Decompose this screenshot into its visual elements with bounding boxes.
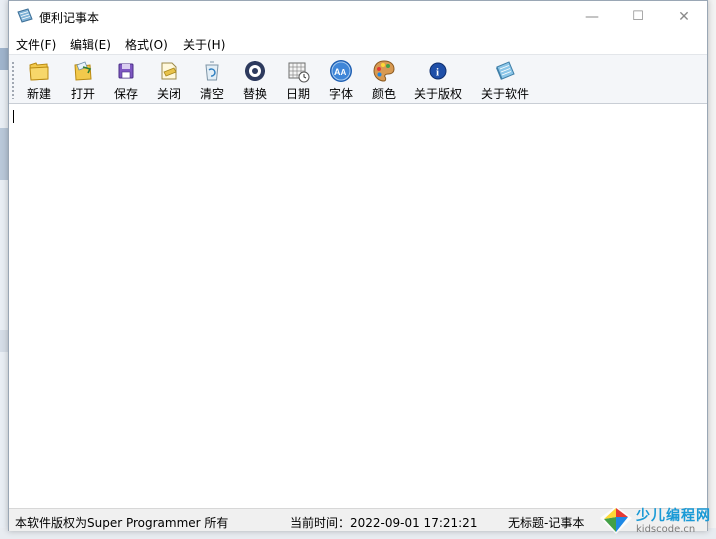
replace-button[interactable]: 替换 [241, 59, 269, 103]
menu-help[interactable]: 关于(H) [183, 36, 225, 53]
maximize-button[interactable]: ☐ [615, 1, 661, 32]
clear-label: 清空 [199, 87, 224, 101]
floppy-disk-icon [118, 63, 134, 79]
close-doc-button[interactable]: 关闭 [155, 59, 183, 103]
save-button[interactable]: 保存 [112, 59, 140, 103]
watermark-title: 少儿编程网 [636, 508, 711, 524]
color-button[interactable]: 颜色 [370, 59, 398, 103]
open-icon [74, 61, 92, 81]
status-copyright: 本软件版权为Super Programmer 所有 [15, 516, 229, 530]
toolbar-grip[interactable] [11, 61, 15, 99]
copyright-label: 关于版权 [413, 87, 462, 101]
clear-button[interactable]: 清空 [198, 59, 226, 103]
status-time: 当前时间：2022-09-01 17:21:21 [290, 516, 478, 530]
recycle-bin-icon [205, 61, 219, 81]
svg-text:i: i [436, 67, 439, 79]
menu-file[interactable]: 文件(F) [16, 36, 56, 53]
replace-label: 替换 [242, 87, 267, 101]
close-doc-label: 关闭 [156, 87, 181, 101]
date-button[interactable]: 日期 [284, 59, 312, 103]
svg-text:A: A [341, 68, 347, 77]
info-icon: i [429, 62, 447, 80]
menu-format[interactable]: 格式(O) [125, 36, 168, 53]
new-button[interactable]: 新建 [25, 59, 53, 103]
toolbar: 新建 打开 保存 关闭 清空 替换 日期 A A 字体 颜色 i 关于版权 关于… [9, 54, 707, 104]
color-label: 颜色 [371, 87, 396, 101]
close-icon: ✕ [678, 8, 690, 25]
calendar-clock-icon [288, 62, 310, 83]
minimize-button[interactable]: — [569, 1, 615, 32]
text-caret [13, 110, 14, 123]
menu-bar: 文件(F) 编辑(E) 格式(O) 关于(H) [9, 32, 707, 54]
minimize-icon: — [585, 8, 599, 25]
text-editor[interactable] [9, 105, 707, 508]
date-label: 日期 [285, 87, 310, 101]
close-document-icon [161, 62, 177, 80]
save-label: 保存 [113, 87, 138, 101]
notepad-window: 便利记事本 — ☐ ✕ 文件(F) 编辑(E) 格式(O) 关于(H) 新建 打… [8, 0, 708, 531]
open-button[interactable]: 打开 [69, 59, 97, 103]
palette-icon [373, 60, 395, 82]
menu-edit[interactable]: 编辑(E) [70, 36, 111, 53]
font-icon: A A [330, 60, 352, 82]
open-label: 打开 [70, 87, 95, 101]
status-document: 无标题-记事本 [508, 516, 585, 530]
title-bar[interactable]: 便利记事本 — ☐ ✕ [9, 1, 707, 32]
maximize-icon: ☐ [632, 9, 644, 24]
close-button[interactable]: ✕ [661, 1, 707, 32]
new-label: 新建 [26, 87, 51, 101]
font-label: 字体 [328, 87, 353, 101]
site-watermark: 少儿编程网 kidscode.cn [596, 500, 716, 539]
font-button[interactable]: A A 字体 [327, 59, 355, 103]
watermark-logo-icon [600, 506, 632, 534]
about-label: 关于软件 [480, 87, 529, 101]
background-window-edge-right [708, 0, 716, 539]
about-button[interactable]: 关于软件 [479, 59, 531, 103]
folder-icon [29, 62, 49, 81]
window-title: 便利记事本 [39, 11, 100, 25]
copyright-button[interactable]: i 关于版权 [413, 59, 463, 103]
notebook-icon [496, 61, 515, 80]
watermark-url: kidscode.cn [636, 524, 696, 535]
notebook-app-icon [17, 8, 33, 23]
gear-icon [245, 61, 265, 81]
